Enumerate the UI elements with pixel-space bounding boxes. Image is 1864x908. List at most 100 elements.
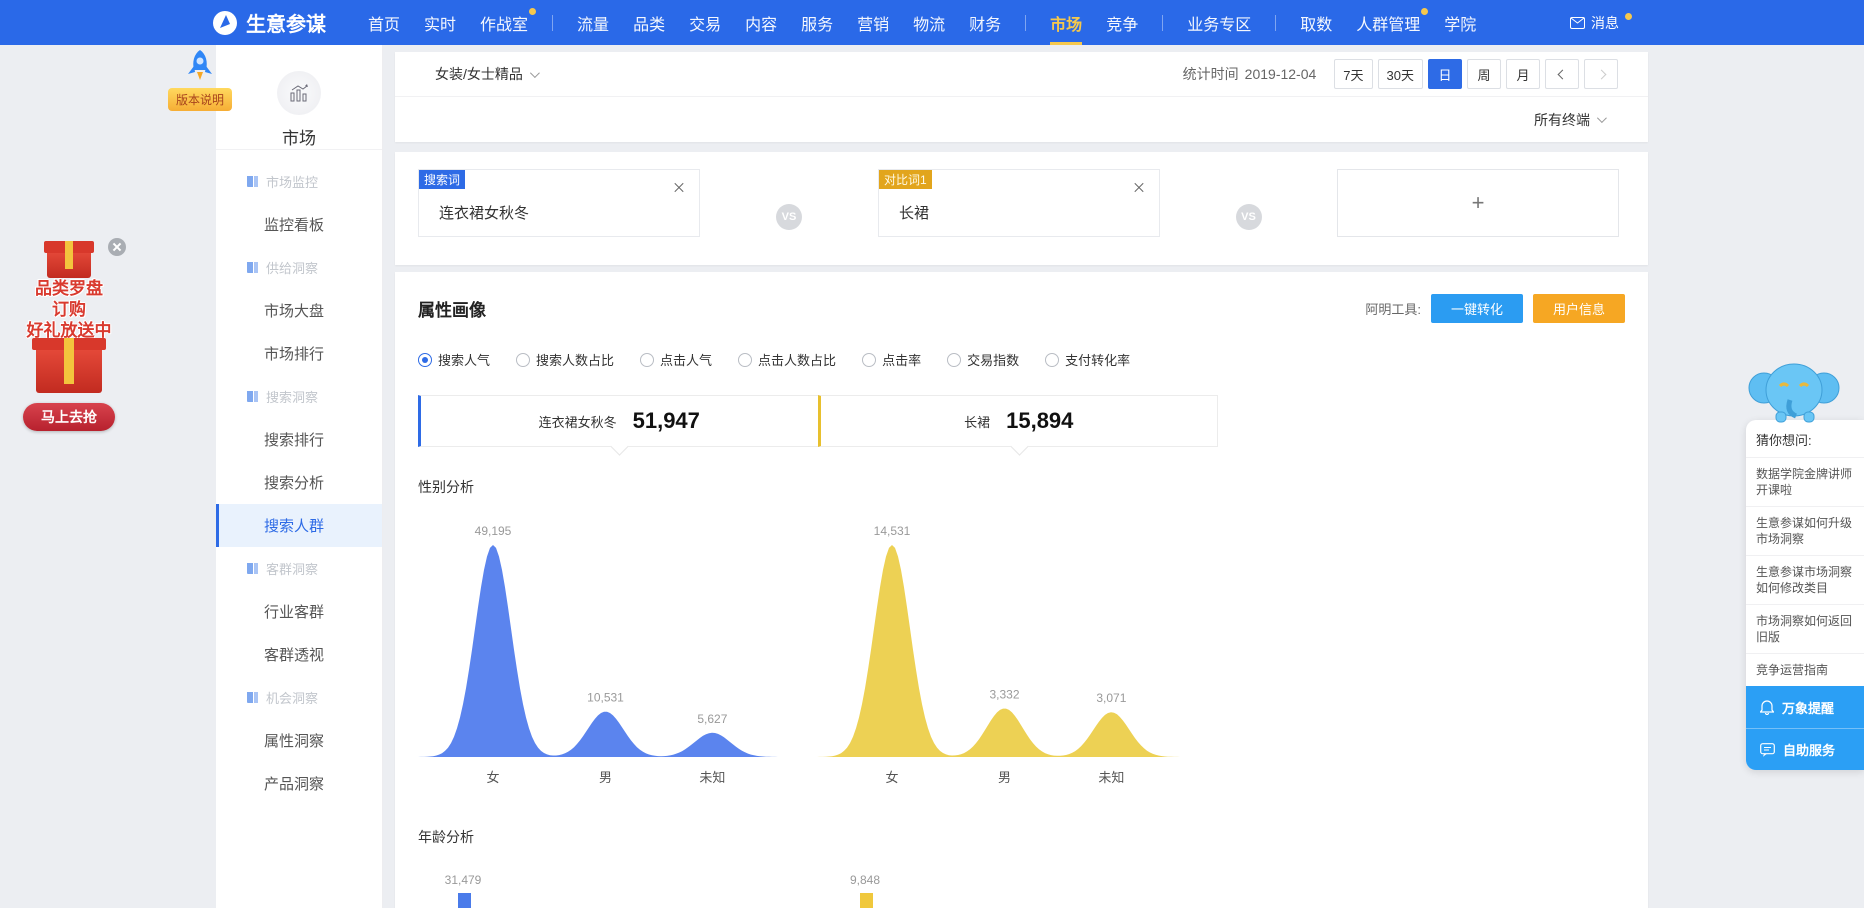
add-compare-word-button[interactable]: + xyxy=(1337,169,1619,237)
nav-item-home[interactable]: 首页 xyxy=(368,0,400,45)
sidebar-item-customer-perspective[interactable]: 客群透视 xyxy=(216,633,382,676)
summary-tab-word2[interactable]: 长裙 15,894 xyxy=(818,395,1219,447)
helper-title: 猜你想问: xyxy=(1746,420,1864,457)
promo-line-1: 品类罗盘 xyxy=(8,278,130,299)
search-word-card[interactable]: 搜索词 连衣裙女秋冬 xyxy=(418,169,700,237)
category-value: 女装/女士精品 xyxy=(435,64,523,84)
helper-question-3[interactable]: 生意参谋市场洞察如何修改类目 xyxy=(1746,555,1864,604)
nav-item-content[interactable]: 内容 xyxy=(745,0,777,45)
sidebar-item-market-ranking[interactable]: 市场排行 xyxy=(216,332,382,375)
range-month-button[interactable]: 月 xyxy=(1506,59,1540,89)
promo-grab-button[interactable]: 马上去抢 xyxy=(23,403,115,431)
sidebar-item-search-crowd[interactable]: 搜索人群 xyxy=(216,504,382,547)
next-date-button[interactable] xyxy=(1584,59,1618,89)
nav-divider xyxy=(552,15,553,31)
book-icon xyxy=(246,691,259,704)
nav-item-market-active[interactable]: 市场 xyxy=(1050,0,1082,45)
compare-word-card[interactable]: 对比词1 长裙 xyxy=(878,169,1160,237)
sidebar-menu: 市场监控 监控看板 供给洞察 市场大盘 市场排行 搜索洞察 搜索排行 搜索分析 … xyxy=(216,150,382,805)
nav-message[interactable]: 消息 xyxy=(1570,0,1632,45)
nav-item-realtime[interactable]: 实时 xyxy=(424,0,456,45)
nav-item-service[interactable]: 服务 xyxy=(801,0,833,45)
sidebar-item-industry-customers[interactable]: 行业客群 xyxy=(216,590,382,633)
radio-searcher-share[interactable]: 搜索人数占比 xyxy=(516,350,614,369)
range-30d-button[interactable]: 30天 xyxy=(1378,59,1423,89)
radio-click-popularity[interactable]: 点击人气 xyxy=(640,350,712,369)
sidebar-item-market-overview[interactable]: 市场大盘 xyxy=(216,289,382,332)
radio-pay-conversion[interactable]: 支付转化率 xyxy=(1045,350,1130,369)
radio-search-popularity[interactable]: 搜索人气 xyxy=(418,350,490,369)
radio-icon xyxy=(738,353,752,367)
sidebar-item-search-analysis[interactable]: 搜索分析 xyxy=(216,461,382,504)
sidebar-item-attribute-insight[interactable]: 属性洞察 xyxy=(216,719,382,762)
svg-text:女: 女 xyxy=(486,770,499,785)
range-7d-button[interactable]: 7天 xyxy=(1334,59,1372,89)
brand-name: 生意参谋 xyxy=(246,8,326,37)
sidebar: 市场 市场监控 监控看板 供给洞察 市场大盘 市场排行 搜索洞察 搜索排行 搜索… xyxy=(216,45,383,908)
range-week-button[interactable]: 周 xyxy=(1467,59,1501,89)
summary-tab-word1[interactable]: 连衣裙女秋冬 51,947 xyxy=(418,395,819,447)
chat-icon xyxy=(1760,743,1775,757)
nav-menu: 首页 实时 作战室 流量 品类 交易 内容 服务 营销 物流 财务 市场 竞争 … xyxy=(368,0,1476,45)
svg-text:3,332: 3,332 xyxy=(989,687,1019,701)
gender-chart-word2: 14,5313,3323,071女男未知 xyxy=(817,507,1192,797)
prev-date-button[interactable] xyxy=(1545,59,1579,89)
vs-badge: VS xyxy=(1236,204,1262,230)
gender-charts: 49,19510,5315,627女男未知 14,5313,3323,071女男… xyxy=(418,507,1625,797)
nav-item-data-fetch[interactable]: 取数 xyxy=(1300,0,1332,45)
helper-question-1[interactable]: 数据学院金牌讲师开课啦 xyxy=(1746,457,1864,506)
vs-badge: VS xyxy=(776,204,802,230)
promo-popup: 品类罗盘 订购 好礼放送中 马上去抢 xyxy=(8,236,130,431)
nav-item-logistics[interactable]: 物流 xyxy=(913,0,945,45)
helper-question-2[interactable]: 生意参谋如何升级市场洞察 xyxy=(1746,506,1864,555)
main-content: 女装/女士精品 统计时间 2019-12-04 7天 30天 日 周 月 xyxy=(395,52,1648,908)
version-badge[interactable]: 版本说明 xyxy=(168,88,232,111)
chevron-down-icon xyxy=(1597,113,1607,123)
self-service-button[interactable]: 自助服务 xyxy=(1746,728,1864,770)
search-word-tag: 搜索词 xyxy=(419,170,465,189)
age-analysis-label: 年龄分析 xyxy=(418,827,1625,847)
nav-item-competition[interactable]: 竞争 xyxy=(1106,0,1138,45)
nav-item-trade[interactable]: 交易 xyxy=(689,0,721,45)
version-note: 版本说明 xyxy=(168,48,232,111)
radio-icon xyxy=(516,353,530,367)
user-info-button[interactable]: 用户信息 xyxy=(1533,294,1625,323)
nav-divider xyxy=(1162,15,1163,31)
sidebar-item-product-insight[interactable]: 产品洞察 xyxy=(216,762,382,805)
nav-item-biz-zone[interactable]: 业务专区 xyxy=(1187,0,1251,45)
notify-dot xyxy=(1625,13,1632,20)
brand[interactable]: 生意参谋 xyxy=(212,0,326,45)
attribute-portrait-panel: 属性画像 阿明工具: 一键转化 用户信息 搜索人气 搜索人数占比 点击人气 点击… xyxy=(395,272,1648,908)
brand-logo-icon xyxy=(212,10,238,36)
radio-click-rate[interactable]: 点击率 xyxy=(862,350,921,369)
range-day-button[interactable]: 日 xyxy=(1428,59,1462,89)
nav-item-academy[interactable]: 学院 xyxy=(1444,0,1476,45)
promo-close-icon[interactable] xyxy=(108,238,126,256)
screen: 生意参谋 首页 实时 作战室 流量 品类 交易 内容 服务 营销 物流 财务 市… xyxy=(0,0,1864,908)
terminal-selector[interactable]: 所有终端 xyxy=(1534,110,1604,130)
radio-trade-index[interactable]: 交易指数 xyxy=(947,350,1019,369)
stat-time: 统计时间 2019-12-04 xyxy=(1183,64,1317,84)
category-selector[interactable]: 女装/女士精品 xyxy=(435,64,537,84)
svg-text:男: 男 xyxy=(599,770,612,785)
one-key-convert-button[interactable]: 一键转化 xyxy=(1431,294,1523,323)
nav-item-category[interactable]: 品类 xyxy=(633,0,665,45)
nav-item-marketing[interactable]: 营销 xyxy=(857,0,889,45)
chevron-down-icon xyxy=(530,68,540,78)
sidebar-item-search-ranking[interactable]: 搜索排行 xyxy=(216,418,382,461)
nav-item-finance[interactable]: 财务 xyxy=(969,0,1001,45)
wanxiang-reminder-button[interactable]: 万象提醒 xyxy=(1746,686,1864,728)
gender-analysis-label: 性别分析 xyxy=(418,477,1625,497)
nav-item-crowd-mgmt[interactable]: 人群管理 xyxy=(1356,0,1420,45)
elephant-mascot xyxy=(1746,354,1864,420)
nav-item-warroom[interactable]: 作战室 xyxy=(480,0,528,45)
close-icon[interactable] xyxy=(673,182,685,194)
helper-question-4[interactable]: 市场洞察如何返回旧版 xyxy=(1746,604,1864,653)
nav-divider xyxy=(1025,15,1026,31)
close-icon[interactable] xyxy=(1133,182,1145,194)
radio-clicker-share[interactable]: 点击人数占比 xyxy=(738,350,836,369)
helper-question-5[interactable]: 竞争运营指南 xyxy=(1746,653,1864,686)
sidebar-item-monitor-board[interactable]: 监控看板 xyxy=(216,203,382,246)
stat-date: 2019-12-04 xyxy=(1245,66,1317,82)
nav-item-traffic[interactable]: 流量 xyxy=(577,0,609,45)
